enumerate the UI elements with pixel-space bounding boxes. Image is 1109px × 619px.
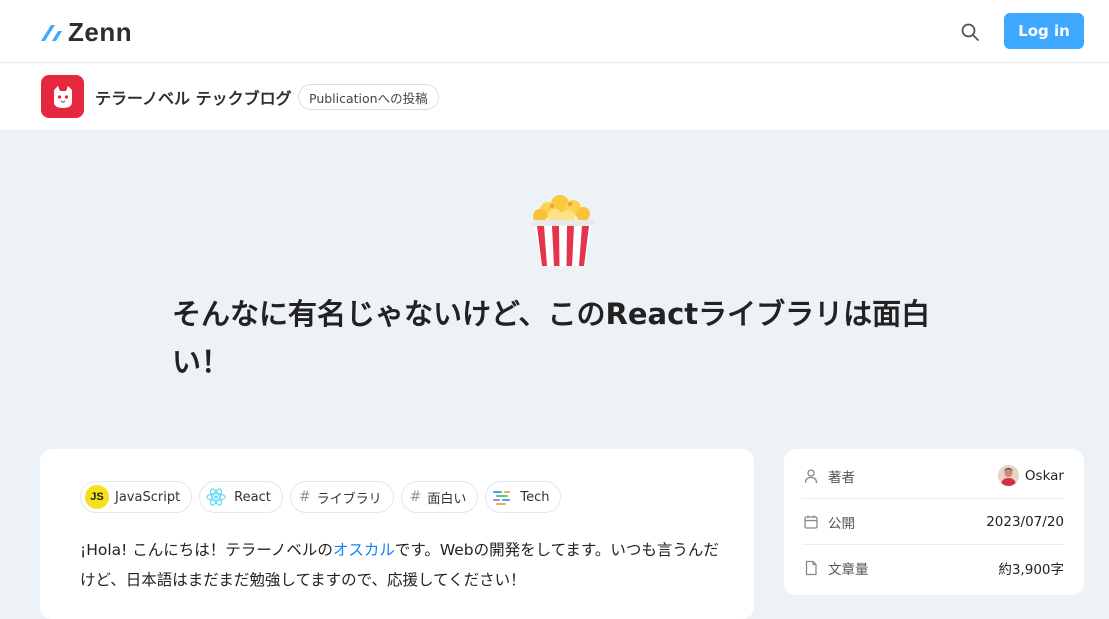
react-icon <box>204 485 228 509</box>
topic-interesting[interactable]: # 面白い <box>400 481 479 513</box>
topic-react[interactable]: React <box>199 481 283 513</box>
article-title: そんなに有名じゃないけど、このReactライブラリは面白い！ <box>172 297 931 379</box>
topic-label: React <box>234 489 271 505</box>
javascript-icon: JS <box>85 485 109 509</box>
topic-label: JavaScript <box>115 489 181 505</box>
published-row: 公開 2023/07/20 <box>802 499 1064 545</box>
article-info-card: 著者 Oskar 公開 2023/07/20 文章量 約3,900字 <box>784 449 1084 595</box>
author-label: 著者 <box>828 469 855 486</box>
publication-name[interactable]: テラーノベル テックブログ <box>95 85 292 109</box>
published-date: 2023/07/20 <box>986 513 1064 530</box>
length-value: 約3,900字 <box>998 562 1064 578</box>
topic-label: 面白い <box>427 491 467 507</box>
author-value[interactable]: Oskar <box>997 465 1064 486</box>
publication-bar: テラーノベル テックブログ Publicationへの投稿 <box>0 63 1109 131</box>
user-icon <box>802 467 820 485</box>
length-label: 文章量 <box>828 562 869 578</box>
popcorn-icon <box>532 195 594 266</box>
logo-text: Zenn <box>68 17 133 47</box>
topic-javascript[interactable]: JS JavaScript <box>80 481 193 513</box>
author-link[interactable]: オスカル <box>333 541 395 559</box>
search-button[interactable] <box>958 20 982 44</box>
topic-tech[interactable]: Tech <box>485 481 562 513</box>
length-row: 文章量 約3,900字 <box>802 545 1064 591</box>
publication-badge: Publicationへの投稿 <box>298 84 439 110</box>
article-card: JS JavaScript React # ライブラリ # 面白い Tech ¡… <box>40 449 754 619</box>
topic-label: Tech <box>520 489 550 505</box>
published-label: 公開 <box>828 515 855 532</box>
cat-logo-icon <box>53 85 72 108</box>
login-button[interactable]: Log in <box>1004 13 1084 49</box>
topic-library[interactable]: # ライブラリ <box>289 481 394 513</box>
author-name: Oskar <box>1024 467 1064 484</box>
publication-avatar[interactable] <box>41 75 84 118</box>
tech-icon <box>490 485 514 509</box>
calendar-icon <box>802 513 820 531</box>
zenn-logo-icon <box>41 25 62 41</box>
search-icon <box>961 23 979 41</box>
topic-list: JS JavaScript React # ライブラリ # 面白い Tech <box>80 481 562 513</box>
author-row: 著者 Oskar <box>802 453 1064 499</box>
intro-text: ¡Hola! こんにちは！テラーノベルの <box>80 541 333 559</box>
article-intro: ¡Hola! こんにちは！テラーノベルのオスカルです。Webの開発をしてます。い… <box>80 535 720 595</box>
hash-icon: # <box>409 489 422 505</box>
hash-icon: # <box>298 489 311 505</box>
zenn-logo[interactable]: Zenn <box>40 18 132 46</box>
top-header: Zenn Log in <box>0 0 1109 63</box>
author-avatar <box>997 465 1019 486</box>
document-icon <box>802 559 820 577</box>
topic-label: ライブラリ <box>316 491 382 507</box>
